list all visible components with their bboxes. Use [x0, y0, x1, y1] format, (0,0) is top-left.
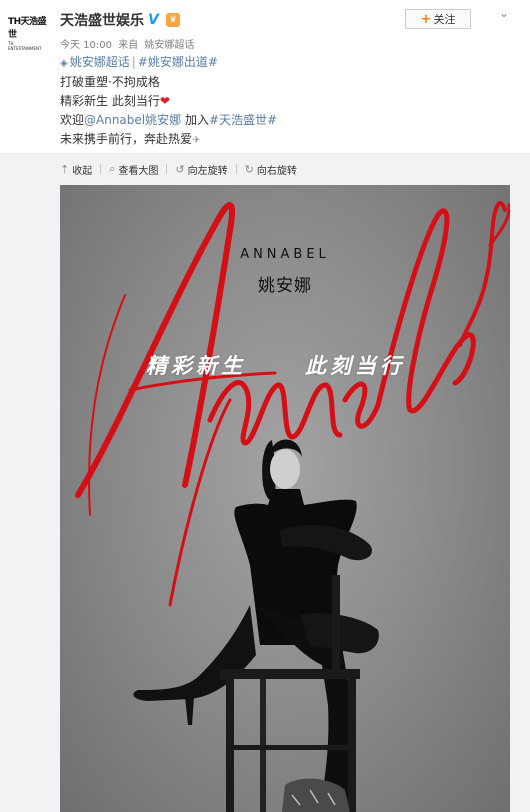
poster-image[interactable]: ANNABEL 姚安娜 精彩新生 此刻当行: [60, 185, 510, 812]
chevron-down-icon[interactable]: ⌄: [496, 6, 512, 20]
account-logo-subtext: TH ENTERTAINMENT: [8, 40, 42, 51]
supertopic-link[interactable]: 姚安娜超话: [70, 55, 130, 69]
post-meta: 今天 10:00 来自 姚安娜超话: [60, 36, 197, 51]
account-avatar[interactable]: TH天浩盛世 TH ENTERTAINMENT: [8, 12, 48, 52]
account-name[interactable]: 天浩盛世娱乐: [60, 10, 144, 30]
media-toolbar: ⇡ 收起 ⌕ 查看大图 ↺ 向左旋转 ↻ 向右旋转: [60, 161, 297, 177]
topic-link-2[interactable]: #天浩盛世#: [209, 113, 277, 127]
toolbar-divider: [235, 164, 237, 174]
magnifier-icon: ⌕: [109, 162, 116, 175]
model-figure: [133, 439, 379, 812]
poster-brand-cn: 姚安娜: [258, 276, 312, 296]
follow-button[interactable]: + 关注: [405, 9, 471, 29]
collapse-label: 收起: [72, 165, 93, 177]
post-line-2-text: 精彩新生 此刻当行: [60, 94, 160, 108]
post-line-4: 未来携手前行，奔赴热爱✈: [60, 130, 500, 150]
rotate-right-icon: ↻: [244, 162, 254, 176]
poster-slogan-a: 精彩新生: [146, 353, 246, 378]
weibo-post-card: TH天浩盛世 TH ENTERTAINMENT 天浩盛世娱乐 V ♛ + 关注 …: [0, 0, 530, 812]
post-topic-line: ◈ 姚安娜超话 | #姚安娜出道#: [60, 53, 500, 73]
view-large-button[interactable]: ⌕ 查看大图: [109, 162, 158, 177]
collapse-icon: ⇡: [60, 162, 70, 176]
verified-v-icon[interactable]: V: [148, 13, 162, 27]
rotate-right-label: 向右旋转: [256, 165, 297, 177]
topic-divider: |: [131, 55, 136, 69]
account-logo-text: TH天浩盛世: [8, 16, 47, 40]
post-line-4-text: 未来携手前行，奔赴热爱: [60, 132, 193, 146]
post-line-1: 打破重塑·不拘成格: [60, 75, 160, 89]
rocket-emoji-icon: ✈: [192, 135, 201, 146]
post-content: ◈ 姚安娜超话 | #姚安娜出道# 打破重塑·不拘成格 精彩新生 此刻当行❤ 欢迎@A…: [60, 53, 500, 150]
rotate-left-button[interactable]: ↺ 向左旋转: [175, 162, 227, 177]
poster-brand-en: ANNABEL: [240, 247, 330, 262]
vip-crown-icon[interactable]: ♛: [166, 13, 180, 27]
topic-link[interactable]: #姚安娜出道#: [138, 55, 218, 69]
post-line-3-prefix: 欢迎: [60, 113, 85, 127]
toolbar-divider: [100, 164, 102, 174]
media-area: ⇡ 收起 ⌕ 查看大图 ↺ 向左旋转 ↻ 向右旋转 ANNABEL 姚安娜 精彩…: [0, 153, 530, 812]
post-time[interactable]: 今天 10:00: [60, 40, 112, 51]
rotate-left-icon: ↺: [175, 162, 185, 176]
rotate-right-button[interactable]: ↻ 向右旋转: [245, 162, 297, 177]
account-name-row: 天浩盛世娱乐 V ♛: [60, 10, 180, 30]
toolbar-divider: [166, 164, 168, 174]
post-line-3-mid: 加入: [181, 113, 209, 127]
rotate-left-label: 向左旋转: [187, 165, 228, 177]
poster-slogan-b: 此刻当行: [305, 353, 405, 378]
follow-button-label: 关注: [433, 13, 456, 26]
collapse-button[interactable]: ⇡ 收起: [60, 162, 92, 177]
post-line-2: 精彩新生 此刻当行❤: [60, 92, 500, 111]
heart-icon: ❤: [159, 94, 170, 108]
plus-icon: +: [420, 11, 432, 27]
post-line-3: 欢迎@Annabel姚安娜 加入#天浩盛世#: [60, 111, 500, 130]
post-source[interactable]: 姚安娜超话: [144, 40, 194, 51]
mention-link[interactable]: @Annabel姚安娜: [84, 113, 181, 127]
diamond-icon: ◈: [60, 58, 68, 69]
post-source-prefix: 来自: [118, 40, 139, 51]
view-large-label: 查看大图: [118, 165, 159, 177]
